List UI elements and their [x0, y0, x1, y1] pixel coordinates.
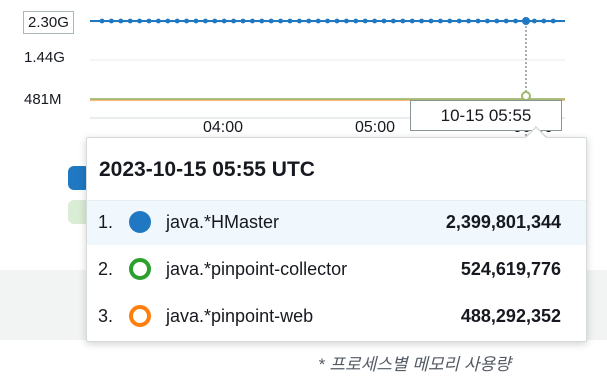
ring-circle-icon	[129, 305, 151, 327]
hmaster-data-point	[344, 18, 349, 24]
hmaster-data-point	[268, 18, 274, 24]
series-name: java.*pinpoint-collector	[166, 259, 348, 279]
hmaster-data-point	[184, 18, 190, 24]
hmaster-data-point	[438, 18, 443, 24]
hmaster-data-point	[165, 18, 171, 24]
series-hmaster-points	[99, 18, 556, 24]
hmaster-data-point	[428, 18, 434, 24]
series-value: 2,399,801,344	[445, 212, 561, 232]
hmaster-data-point	[259, 18, 265, 24]
tooltip-row[interactable]: 2. java.*pinpoint-collector 524,619,776	[87, 248, 586, 292]
hmaster-data-point	[532, 18, 537, 24]
hmaster-data-point	[212, 18, 218, 24]
y-tick-label: 2.30G	[23, 11, 74, 34]
hmaster-data-point	[287, 18, 293, 24]
series-value: 488,292,352	[460, 306, 561, 326]
x-tick-label: 05:00	[355, 119, 396, 136]
hmaster-data-point	[419, 18, 424, 24]
ring-circle-icon	[129, 258, 151, 280]
hmaster-data-point	[541, 18, 547, 24]
hover-point-hmaster	[522, 17, 530, 25]
hmaster-data-point	[250, 18, 255, 24]
x-tick-label: 04:00	[203, 119, 244, 136]
hmaster-data-point	[325, 18, 330, 24]
series-name: java.*HMaster	[166, 212, 280, 232]
hmaster-data-point	[306, 18, 312, 24]
hmaster-data-point	[231, 18, 237, 24]
hmaster-data-point	[315, 18, 321, 24]
hmaster-data-point	[353, 18, 359, 24]
hmaster-data-point	[381, 18, 387, 24]
hmaster-data-point	[137, 18, 143, 24]
hmaster-data-point	[240, 18, 246, 24]
hmaster-data-point	[466, 18, 471, 24]
row-index: 3.	[98, 306, 114, 326]
hmaster-data-point	[485, 18, 490, 24]
hmaster-data-point	[475, 18, 481, 24]
hmaster-data-point	[391, 18, 396, 24]
series-value: 524,619,776	[460, 259, 561, 279]
hmaster-data-point	[127, 18, 133, 24]
hmaster-data-point	[550, 18, 556, 24]
y-tick-label: 1.44G	[24, 49, 65, 66]
hmaster-data-point	[503, 18, 509, 24]
hmaster-data-point	[118, 18, 124, 24]
hmaster-data-point	[109, 18, 114, 24]
tooltip-title: 2023-10-15 05:55 UTC	[99, 158, 315, 181]
hmaster-data-point	[193, 18, 199, 24]
hmaster-data-point	[203, 18, 208, 24]
tooltip-row[interactable]: 3. java.*pinpoint-web 488,292,352	[87, 295, 586, 339]
hmaster-data-point	[409, 18, 415, 24]
hmaster-data-point	[278, 18, 283, 24]
hmaster-data-point	[400, 18, 406, 24]
hover-point-collector	[521, 91, 531, 101]
hmaster-data-point	[362, 18, 368, 24]
hmaster-data-point	[297, 18, 302, 24]
hmaster-data-point	[372, 18, 377, 24]
tooltip-row[interactable]: 1. java.*HMaster 2,399,801,344	[87, 201, 586, 245]
hmaster-data-point	[447, 18, 453, 24]
filled-circle-icon	[129, 211, 151, 233]
y-tick-label: 481M	[24, 91, 62, 108]
row-index: 2.	[98, 259, 114, 279]
series-name: java.*pinpoint-web	[166, 306, 314, 326]
chart-caption: * 프로세스별 메모리 사용량	[318, 355, 511, 374]
popover-arrow-inner	[526, 128, 546, 138]
hmaster-data-point	[513, 18, 518, 24]
row-index: 1.	[98, 212, 114, 232]
hmaster-data-point	[494, 18, 500, 24]
hmaster-data-point	[156, 18, 161, 24]
hmaster-data-point	[146, 18, 152, 24]
hmaster-data-point	[174, 18, 180, 24]
hmaster-data-point	[334, 18, 340, 24]
hmaster-data-point	[221, 18, 227, 24]
chart-tooltip: 2023-10-15 05:55 UTC 1. java.*HMaster 2,…	[86, 137, 587, 342]
hmaster-data-point	[456, 18, 462, 24]
hmaster-data-point	[99, 18, 105, 24]
